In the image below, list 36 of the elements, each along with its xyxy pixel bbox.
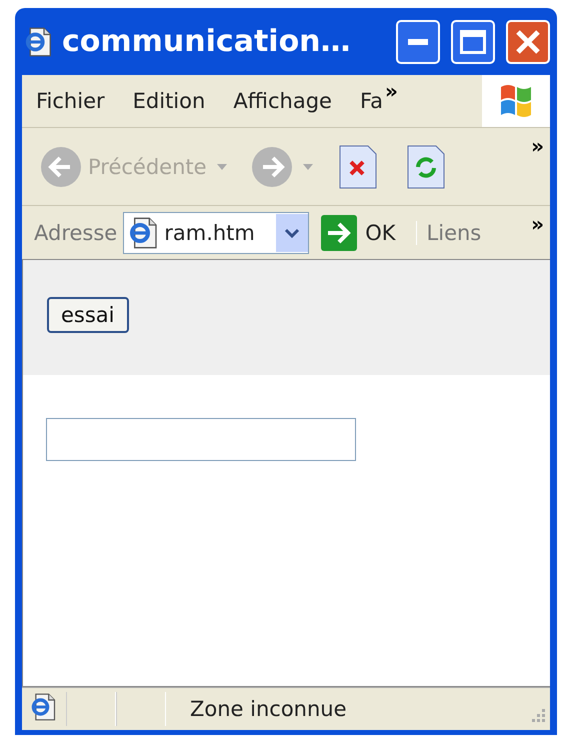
close-button[interactable] bbox=[506, 20, 550, 64]
resize-grip-icon[interactable] bbox=[532, 709, 546, 723]
more-icon[interactable]: » bbox=[531, 134, 544, 158]
status-text: Zone inconnue bbox=[189, 697, 348, 721]
menu-item[interactable]: Edition bbox=[118, 89, 220, 113]
forward-icon bbox=[250, 146, 293, 188]
menu-item[interactable]: Fichier bbox=[22, 89, 119, 113]
address-field[interactable]: ram.htm bbox=[123, 212, 310, 254]
stop-button[interactable] bbox=[338, 144, 377, 188]
go-button[interactable]: OK bbox=[315, 214, 410, 250]
links-label[interactable]: Liens bbox=[416, 220, 482, 244]
more-icon[interactable]: » bbox=[531, 212, 544, 236]
flag-icon bbox=[498, 83, 534, 119]
stop-icon bbox=[338, 144, 377, 188]
status-pane bbox=[116, 692, 166, 726]
maximize-button[interactable] bbox=[451, 20, 495, 64]
address-label: Adresse bbox=[34, 220, 118, 244]
minimize-icon bbox=[408, 38, 428, 44]
minimize-button[interactable] bbox=[396, 20, 440, 64]
page-icon bbox=[30, 693, 58, 721]
dropdown-icon[interactable] bbox=[276, 214, 308, 252]
dropdown-icon bbox=[216, 164, 227, 170]
page-icon bbox=[24, 26, 54, 56]
close-icon bbox=[516, 30, 540, 54]
window-title: communication… bbox=[62, 24, 352, 59]
status-pane bbox=[66, 692, 116, 726]
refresh-icon bbox=[406, 144, 445, 188]
more-icon[interactable]: » bbox=[385, 79, 398, 103]
input-field[interactable] bbox=[46, 418, 356, 461]
essai-button[interactable]: essai bbox=[47, 297, 129, 333]
back-icon bbox=[40, 146, 82, 188]
maximize-icon bbox=[460, 30, 486, 54]
menu-item[interactable]: Affichage bbox=[219, 89, 346, 113]
dropdown-icon bbox=[302, 164, 313, 170]
refresh-button[interactable] bbox=[406, 144, 445, 188]
menu-item[interactable]: Fa bbox=[346, 89, 385, 113]
